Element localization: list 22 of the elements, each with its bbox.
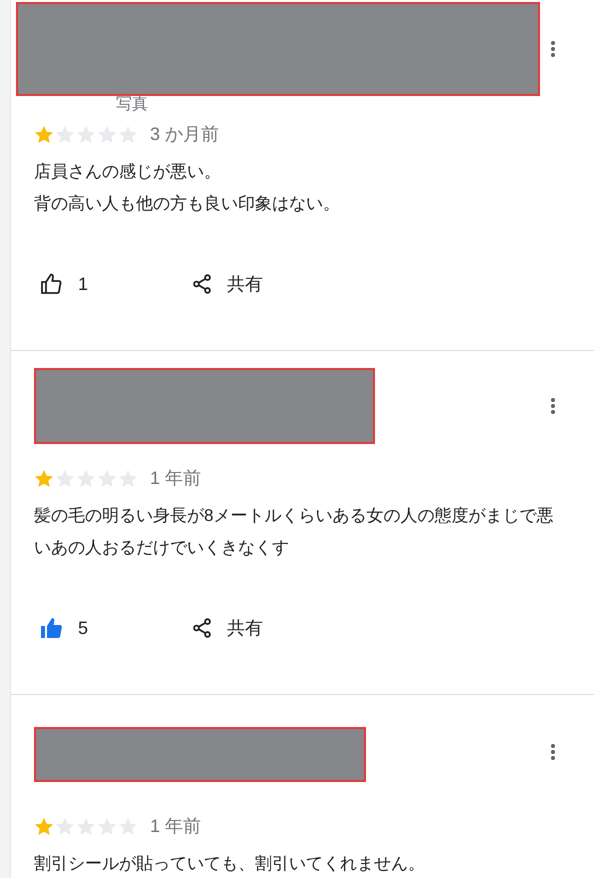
- review-text: 割引シールが貼っていても、割引いてくれません。: [34, 853, 426, 875]
- star-icon: [34, 816, 54, 836]
- more-options-icon[interactable]: [550, 40, 556, 58]
- reviewer-info-text: 写真: [116, 96, 149, 114]
- share-icon: [191, 617, 213, 639]
- share-button[interactable]: 共有: [191, 610, 263, 646]
- share-button[interactable]: 共有: [191, 266, 263, 302]
- review-time: 1 年前: [150, 815, 202, 838]
- review-time: 1 年前: [150, 467, 202, 490]
- thumbs-up-icon: [39, 272, 63, 296]
- star-icon: [34, 468, 54, 488]
- star-icon: [34, 124, 54, 144]
- like-button[interactable]: 5: [39, 610, 191, 646]
- review-text: 店員さんの感じが悪い。: [34, 161, 222, 183]
- more-options-icon[interactable]: [550, 743, 556, 761]
- review-time: 3 か月前: [150, 123, 220, 146]
- review-text: 背の高い人も他の方も良い印象はない。: [34, 193, 341, 215]
- thumbs-up-icon: [39, 616, 63, 640]
- more-options-icon[interactable]: [550, 397, 556, 415]
- like-button[interactable]: 1: [39, 266, 191, 302]
- share-icon: [191, 273, 213, 295]
- review-text: 髪の毛の明るい身長が8メートルくらいある女の人の態度がまじで悪いあの人おるだけでいくきなくす: [34, 505, 554, 559]
